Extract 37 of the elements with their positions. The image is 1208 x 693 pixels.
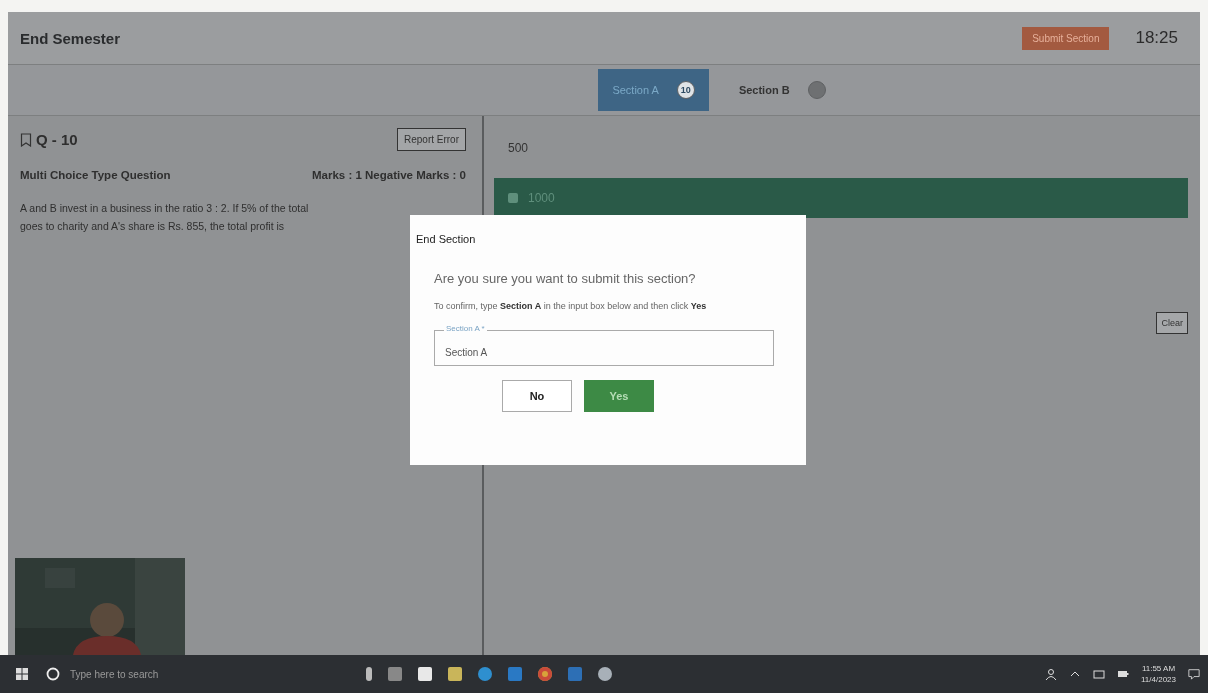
- circle-icon[interactable]: [46, 667, 60, 681]
- confirm-button[interactable]: Yes: [584, 380, 654, 412]
- clear-button[interactable]: Clear: [1156, 312, 1188, 334]
- field-label: Section A *: [444, 324, 487, 333]
- dialog-question: Are you sure you want to submit this section?: [434, 271, 697, 286]
- submit-section-button[interactable]: Submit Section: [1022, 26, 1110, 50]
- confirm-input-field[interactable]: Section A: [434, 330, 774, 366]
- exam-title: End Semester: [20, 29, 122, 47]
- taskbar-search-field[interactable]: Type here to search: [68, 667, 272, 681]
- dialog-instruction: To confirm, type Section A in the input box below and then click Yes: [434, 300, 708, 313]
- bookmark-icon[interactable]: [20, 132, 32, 147]
- taskbar-app-icon[interactable]: [478, 667, 492, 681]
- count-badge: 10: [676, 81, 695, 99]
- count-circle: [807, 81, 826, 99]
- question-number: Q - 10: [36, 131, 78, 148]
- question-text-line: goes to charity and A's share is Rs. 855, the total profit is: [20, 219, 286, 234]
- windows-icon[interactable]: [16, 668, 28, 680]
- network-icon[interactable]: [1093, 668, 1105, 680]
- section-tab[interactable]: Section A 10: [598, 69, 709, 111]
- people-icon[interactable]: [1045, 668, 1057, 680]
- question-type: Multi Choice Type Question: [20, 169, 171, 181]
- answer-option[interactable]: 500: [494, 128, 1188, 168]
- battery-icon[interactable]: [1117, 668, 1129, 680]
- clock-date: 11/4/2023: [1141, 674, 1176, 685]
- section-tab[interactable]: Section B: [724, 69, 840, 111]
- taskbar-app-icon[interactable]: [598, 667, 612, 681]
- marks-info: Marks : 1 Negative Marks : 0: [311, 169, 466, 181]
- cancel-button[interactable]: No: [502, 380, 572, 412]
- clock-time: 11:55 AM: [1141, 663, 1176, 674]
- notification-icon[interactable]: [1188, 668, 1200, 680]
- dialog-title: End Section: [416, 233, 477, 245]
- timer: 18:25: [1135, 28, 1178, 48]
- check-icon: [508, 193, 518, 203]
- report-error-button[interactable]: Report Error: [397, 128, 466, 151]
- question-text-line: A and B invest in a business in the ratio 3 : 2. If 5% of the total: [20, 201, 310, 216]
- taskbar-app-icon[interactable]: [538, 667, 552, 681]
- taskbar-app-icon[interactable]: [366, 667, 372, 681]
